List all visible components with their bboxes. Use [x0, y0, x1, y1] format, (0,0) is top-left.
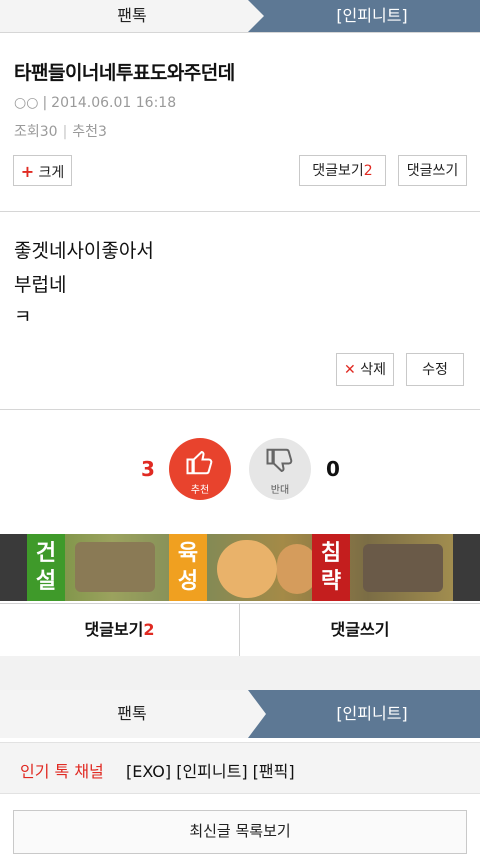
banner-tag: 육성	[169, 534, 207, 601]
write-comment-button[interactable]: 댓글쓰기	[398, 155, 467, 186]
banner-tag: 침략	[312, 534, 350, 601]
divider	[0, 32, 480, 33]
oppose-button[interactable]: 반대	[249, 438, 311, 500]
post-content-line: ㅋ	[14, 306, 32, 328]
divider	[0, 211, 480, 212]
game-image	[363, 544, 443, 592]
upvote-count: 3	[141, 457, 155, 481]
breadcrumb-infinite[interactable]: [인피니트]	[248, 0, 480, 32]
recommend-count: 추천3	[72, 124, 107, 140]
latest-list-button[interactable]: 최신글 목록보기	[13, 810, 467, 854]
breadcrumb-infinite[interactable]: [인피니트]	[248, 690, 480, 738]
breadcrumb-fantalk[interactable]: 팬톡	[0, 690, 264, 738]
enlarge-text-button[interactable]: + 크게	[13, 155, 72, 186]
delete-button[interactable]: ✕ 삭제	[336, 353, 394, 386]
breadcrumb-arrow	[248, 690, 266, 738]
popular-channel-label: 인기 톡 채널	[20, 762, 104, 781]
ad-banner[interactable]: 건설 육성 침략	[27, 534, 453, 601]
divider	[0, 409, 480, 410]
thumbs-up-icon	[186, 450, 213, 475]
comment-count: 2	[363, 163, 373, 179]
game-image	[75, 542, 155, 592]
post-content-line: 좋겟네사이좋아서	[14, 240, 154, 262]
breadcrumb: 팬톡 [인피니트]	[0, 690, 480, 738]
write-comment-bar-button[interactable]: 댓글쓰기	[240, 603, 480, 657]
author-name[interactable]: ○○	[14, 95, 38, 111]
breadcrumb: 팬톡 [인피니트]	[0, 0, 480, 32]
thumbs-down-icon	[266, 448, 293, 473]
breadcrumb-fantalk[interactable]: 팬톡	[0, 0, 264, 32]
edit-button[interactable]: 수정	[406, 353, 464, 386]
post-content-line: 부럽네	[14, 274, 67, 296]
post-title: 타팬들이너네투표도와주던데	[14, 62, 235, 84]
comment-count: 2	[143, 620, 155, 639]
game-character-image	[217, 540, 277, 598]
post-meta: ○○ | 2014.06.01 16:18	[14, 95, 177, 111]
view-comments-button[interactable]: 댓글보기2	[299, 155, 386, 186]
close-icon: ✕	[344, 362, 356, 378]
breadcrumb-arrow	[248, 0, 264, 32]
view-count: 조회30	[14, 124, 58, 140]
post-datetime: 2014.06.01 16:18	[51, 95, 177, 111]
view-comments-bar-button[interactable]: 댓글보기2	[0, 603, 240, 657]
banner-tag: 건설	[27, 534, 65, 601]
game-character-image	[277, 544, 317, 594]
section-gap	[0, 656, 480, 690]
post-stats: 조회30 | 추천3	[14, 124, 107, 140]
downvote-count: 0	[326, 457, 340, 481]
recommend-button[interactable]: 추천	[169, 438, 231, 500]
popular-channel-links[interactable]: [EXO] [인피니트] [팬픽]	[126, 758, 295, 782]
plus-icon: +	[20, 162, 35, 181]
popular-channel-bar: 인기 톡 채널 [EXO] [인피니트] [팬픽]	[0, 742, 480, 794]
